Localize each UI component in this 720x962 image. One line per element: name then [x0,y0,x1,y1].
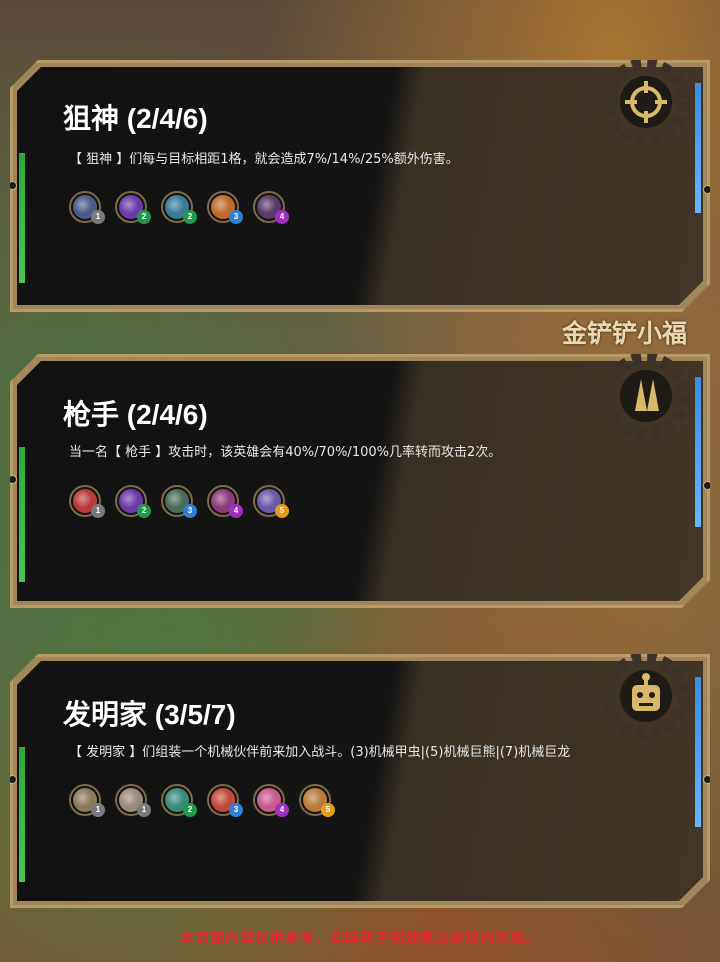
cost-badge: 2 [183,210,197,224]
champion-avatar[interactable]: 1 [115,784,147,816]
cost-badge: 4 [229,504,243,518]
cost-badge: 2 [183,803,197,817]
trait-card-inventor: 发明家 (3/5/7) 【 发明家 】们组装一个机械伙伴前来加入战斗。(3)机械… [10,654,710,908]
cost-badge: 2 [137,504,151,518]
cost-badge: 5 [321,803,335,817]
champion-avatar[interactable]: 2 [161,784,193,816]
blue-accent-bar [695,377,701,527]
champion-avatar[interactable]: 3 [161,485,193,517]
left-connector-dot [8,775,17,784]
left-connector-dot [8,475,17,484]
cost-badge: 4 [275,210,289,224]
champion-list: 1 2 2 3 4 [69,191,285,223]
cost-badge: 1 [91,504,105,518]
champion-avatar[interactable]: 4 [253,784,285,816]
right-connector-dot [703,775,712,784]
champion-avatar[interactable]: 2 [115,485,147,517]
disclaimer-footer: 本页面内容仅供参考，实际弈子和效果以游戏内为准。 [180,931,540,947]
crosshair-icon [601,57,691,147]
bullets-icon [601,351,691,441]
cost-badge: 2 [137,210,151,224]
cost-badge: 3 [229,803,243,817]
green-accent-bar [19,747,25,882]
cost-badge: 5 [275,504,289,518]
right-connector-dot [703,185,712,194]
champion-avatar[interactable]: 2 [161,191,193,223]
cost-badge: 1 [137,803,151,817]
trait-description: 当一名【 枪手 】攻击时，该英雄会有40%/70%/100%几率转而攻击2次。 [69,445,502,460]
cost-badge: 3 [183,504,197,518]
trait-description: 【 发明家 】们组装一个机械伙伴前来加入战斗。(3)机械甲虫|(5)机械巨熊|(… [69,745,571,760]
green-accent-bar [19,447,25,582]
cost-badge: 1 [91,210,105,224]
left-connector-dot [8,181,17,190]
cost-badge: 3 [229,210,243,224]
trait-title: 发明家 (3/5/7) [63,699,236,730]
champion-avatar[interactable]: 1 [69,485,101,517]
trait-title: 枪手 (2/4/6) [63,399,208,430]
watermark: 金铲铲小福 [562,319,688,348]
champion-avatar[interactable]: 3 [207,191,239,223]
green-accent-bar [19,153,25,283]
blue-accent-bar [695,83,701,213]
champion-avatar[interactable]: 2 [115,191,147,223]
trait-description: 【 狙神 】们每与目标相距1格，就会造成7%/14%/25%额外伤害。 [69,152,459,167]
champion-avatar[interactable]: 3 [207,784,239,816]
champion-list: 1 2 3 4 5 [69,485,285,517]
champion-avatar[interactable]: 5 [299,784,331,816]
cost-badge: 1 [91,803,105,817]
trait-title: 狙神 (2/4/6) [63,103,208,134]
cost-badge: 4 [275,803,289,817]
champion-avatar[interactable]: 5 [253,485,285,517]
robot-icon [601,651,691,741]
trait-card-gunner: 枪手 (2/4/6) 当一名【 枪手 】攻击时，该英雄会有40%/70%/100… [10,354,710,608]
blue-accent-bar [695,677,701,827]
right-connector-dot [703,481,712,490]
trait-card-sniper: 狙神 (2/4/6) 【 狙神 】们每与目标相距1格，就会造成7%/14%/25… [10,60,710,312]
champion-avatar[interactable]: 4 [253,191,285,223]
champion-avatar[interactable]: 1 [69,784,101,816]
champion-avatar[interactable]: 4 [207,485,239,517]
champion-list: 1 1 2 3 4 5 [69,784,331,816]
champion-avatar[interactable]: 1 [69,191,101,223]
